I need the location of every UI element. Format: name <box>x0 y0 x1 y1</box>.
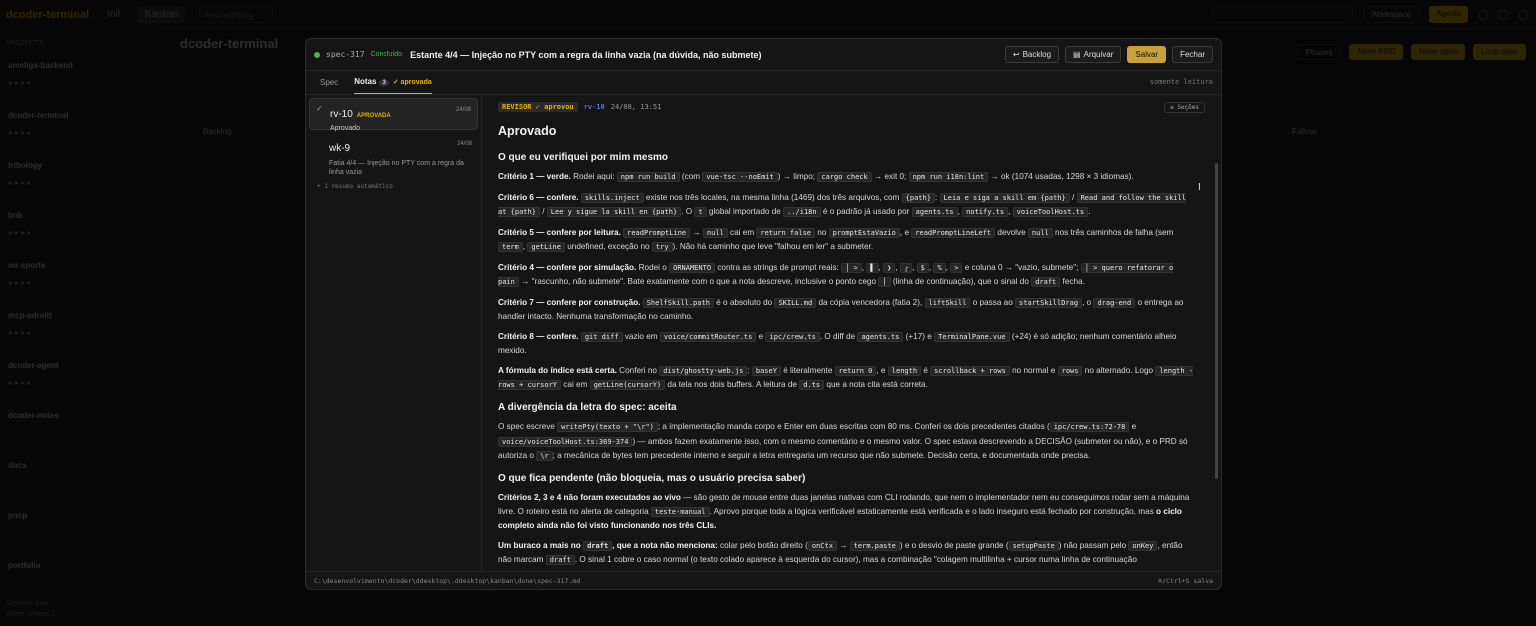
note-ref: rv-10 <box>583 103 605 111</box>
save-hint: ⌘/Ctrl+S salva <box>1158 576 1213 585</box>
notes-count-badge: 3 <box>379 80 389 86</box>
note-body: Aprovado O que eu verifiquei por mim mes… <box>498 124 1194 565</box>
note-date: 24/08 <box>456 141 472 147</box>
readonly-label: somente leitura <box>1149 78 1213 86</box>
close-button[interactable]: Fechar <box>1172 46 1213 63</box>
tab-spec[interactable]: Spec <box>320 78 338 94</box>
reviewer-badge: REVISOR ✓ aprovou <box>498 102 578 112</box>
approved-badge: ✓ aprovada <box>392 79 432 86</box>
backlog-button[interactable]: ↩ Backlog <box>1004 46 1060 63</box>
note-id: rv-10 <box>330 109 353 120</box>
status-badge: Concluído <box>370 51 403 58</box>
spec-id: spec-317 <box>326 50 365 59</box>
modal-title: Estante 4/4 — Injeção no PTY com a regra… <box>410 49 762 60</box>
tab-notes[interactable]: Notas 3 ✓ aprovada <box>354 77 432 94</box>
spec-modal: spec-317 Concluído Estante 4/4 — Injeção… <box>305 38 1222 590</box>
save-button[interactable]: Salvar <box>1127 46 1167 63</box>
modal-tabs: Spec Notas 3 ✓ aprovada somente leitura <box>306 71 1221 95</box>
modal-footer: C:\desenvolvimento\dcoder\ddesktop\.ddes… <box>306 571 1221 589</box>
note-id: wk-9 <box>329 143 351 154</box>
sections-button[interactable]: ≡ Seções <box>1164 101 1205 113</box>
note-date: 24/08 <box>455 107 471 113</box>
text-cursor-icon: I <box>1198 182 1201 193</box>
archive-button[interactable]: ▤ Arquivar <box>1065 46 1122 63</box>
modal-header: spec-317 Concluído Estante 4/4 — Injeção… <box>306 39 1221 71</box>
auto-summary-toggle[interactable]: + 1 resumo automático <box>317 183 478 190</box>
file-path: C:\desenvolvimento\dcoder\ddesktop\.ddes… <box>314 576 581 585</box>
status-dot-icon <box>314 51 320 58</box>
undo-icon: ↩ <box>1012 50 1020 59</box>
notes-list: ✓ rv-10 APROVADA 24/08 Aprovado wk-9 24/0… <box>306 95 482 573</box>
check-icon: ✓ <box>316 104 323 113</box>
archive-icon: ▤ <box>1073 50 1081 59</box>
scrollbar[interactable] <box>1215 163 1218 479</box>
note-item[interactable]: ✓ rv-10 APROVADA 24/08 Aprovado <box>309 98 478 132</box>
note-content: REVISOR ✓ aprovou rv-10 24/08, 13:51 ≡ S… <box>490 95 1221 573</box>
note-header: REVISOR ✓ aprovou rv-10 24/08, 13:51 ≡ S… <box>498 101 1207 113</box>
note-summary: Aprovado <box>330 125 360 132</box>
note-item[interactable]: wk-9 24/08 Fatia 4/4 — Injeção no PTY co… <box>309 133 478 177</box>
note-badge: APROVADA <box>356 113 391 119</box>
note-timestamp: 24/08, 13:51 <box>610 103 662 111</box>
note-summary: Fatia 4/4 — Injeção no PTY com a regra d… <box>329 160 464 176</box>
